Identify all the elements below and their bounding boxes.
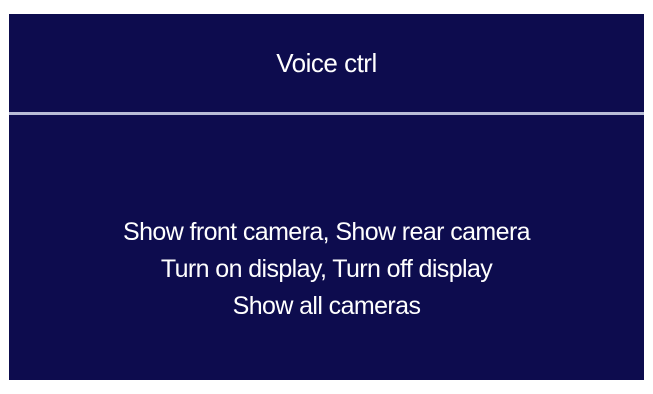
screen-title: Voice ctrl [276,47,377,78]
voice-command-list: Show front camera, Show rear camera Turn… [9,214,644,325]
voice-command-line: Show front camera, Show rear camera [123,218,531,246]
title-divider [9,112,644,115]
voice-command-line: Show all cameras [232,292,421,320]
voice-command-line: Turn on display, Turn off display [160,255,493,283]
voice-control-screen: Voice ctrl Show front camera, Show rear … [9,14,644,380]
